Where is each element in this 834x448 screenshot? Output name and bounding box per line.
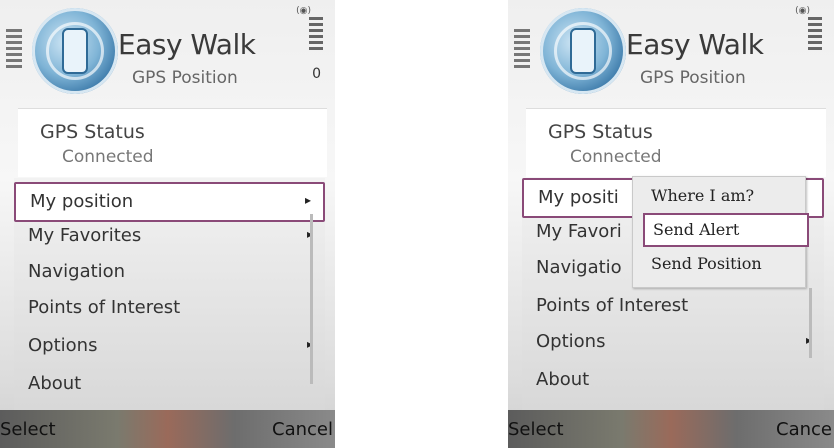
submenu-item-label: Send Alert [653,220,740,239]
screen-main-menu: Easy Walk GPS Position (◉) 0 GPS Status … [0,0,335,448]
my-position-submenu: Where I am? Send Alert Send Position [632,176,809,288]
menu-item-label: Points of Interest [28,297,181,318]
main-menu: My position ▸ My Favorites ▸ Navigation … [14,178,325,410]
battery-icon [309,14,323,64]
gps-status-label: GPS Status [548,121,653,143]
app-header: Easy Walk GPS Position (◉) 0 [0,0,335,108]
battery-value: 0 [312,66,321,82]
gps-status-value: Connected [62,147,154,167]
menu-item-label: Navigation [28,261,126,282]
menu-item-navigation[interactable]: Navigation [14,254,325,290]
select-softkey[interactable]: Select [0,419,56,440]
submenu-item-where-i-am[interactable]: Where I am? [633,181,805,211]
menu-item-options[interactable]: Options ▸ [522,324,824,360]
select-softkey[interactable]: Select [508,419,564,440]
menu-item-label: My positi [538,187,619,208]
submenu-item-send-position[interactable]: Send Position [633,249,805,279]
cancel-softkey[interactable]: Cance [776,419,832,440]
submenu-item-send-alert[interactable]: Send Alert [643,213,809,247]
scrollbar[interactable] [809,288,812,358]
battery-icon [808,14,822,64]
submenu-arrow-icon: ▸ [304,193,311,207]
menu-item-about[interactable]: About [14,366,325,402]
app-title: Easy Walk [118,28,256,61]
app-subtitle: GPS Position [132,68,238,88]
submenu-item-label: Where I am? [651,186,755,205]
menu-item-my-position[interactable]: My position ▸ [14,182,325,222]
softkey-bar: Select Cancel [0,410,335,448]
gps-status-value: Connected [570,147,662,167]
gps-status-label: GPS Status [40,121,145,143]
submenu-item-label: Send Position [651,254,762,273]
menu-item-label: About [28,373,82,394]
cancel-softkey[interactable]: Cancel [272,419,333,440]
menu-item-label: My Favorites [28,225,142,246]
signal-strength-icon [514,26,530,94]
softkey-bar: Select Cance [508,410,834,448]
menu-item-label: Points of Interest [536,295,689,316]
menu-item-label: My Favori [536,221,622,242]
app-logo-icon [32,8,118,94]
menu-item-points-of-interest[interactable]: Points of Interest [14,290,325,326]
signal-strength-icon [6,26,22,94]
app-header: Easy Walk GPS Position (◉) [508,0,834,108]
menu-item-points-of-interest[interactable]: Points of Interest [522,288,824,324]
menu-item-label: About [536,369,590,390]
gps-status-panel: GPS Status Connected [526,108,826,177]
scrollbar[interactable] [310,214,313,384]
menu-item-label: Options [536,331,606,352]
menu-item-label: My position [30,191,134,212]
menu-item-options[interactable]: Options ▸ [14,328,325,364]
app-subtitle: GPS Position [640,68,746,88]
menu-item-about[interactable]: About [522,362,824,398]
menu-item-my-favorites[interactable]: My Favorites ▸ [14,218,325,254]
app-logo-icon [540,8,626,94]
menu-item-label: Options [28,335,98,356]
menu-item-label: Navigatio [536,257,622,278]
app-title: Easy Walk [626,28,764,61]
gps-status-panel: GPS Status Connected [18,108,327,177]
